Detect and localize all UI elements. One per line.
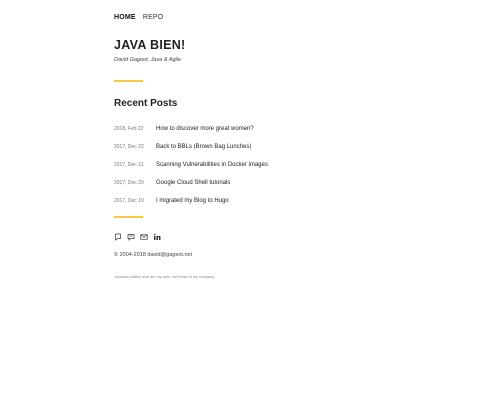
post-link[interactable]: Back to BBLs (Brown Bag Lunches) xyxy=(156,144,251,150)
copyright-text: © 2004-2018 david@gageot.net xyxy=(114,252,193,258)
nav-home-link[interactable]: HOME xyxy=(114,14,136,21)
post-link[interactable]: I migrated my Blog to Hugo xyxy=(156,198,229,204)
post-item: 2018, Feb 22 How to discover more great … xyxy=(114,120,268,138)
site-title[interactable]: JAVA BIEN! xyxy=(114,38,186,52)
post-item: 2017, Dec 20 Google Cloud Shell tutorial… xyxy=(114,174,268,192)
post-item: 2017, Dec 19 I migrated my Blog to Hugo xyxy=(114,192,268,210)
disclaimer-text: Opinions stated here are my own, not tho… xyxy=(114,275,216,279)
top-nav: HOME REPO xyxy=(114,14,163,21)
linkedin-icon[interactable] xyxy=(153,233,161,241)
social-links xyxy=(114,233,161,241)
post-date: 2017, Dec 22 xyxy=(114,144,144,150)
post-item: 2017, Dec 21 Scanning Vulnerabilities in… xyxy=(114,156,268,174)
site-subtitle: David Gageot, Java & Agile xyxy=(114,57,182,63)
post-link[interactable]: Google Cloud Shell tutorials xyxy=(156,180,230,186)
post-date: 2018, Feb 22 xyxy=(114,126,144,132)
post-item: 2017, Dec 22 Back to BBLs (Brown Bag Lun… xyxy=(114,138,268,156)
recent-posts-heading: Recent Posts xyxy=(114,98,178,109)
nav-repo-link[interactable]: REPO xyxy=(143,14,164,21)
twitter-icon[interactable] xyxy=(114,233,122,241)
accent-divider xyxy=(114,80,143,82)
post-date: 2017, Dec 21 xyxy=(114,162,144,168)
post-date: 2017, Dec 20 xyxy=(114,180,144,186)
email-icon[interactable] xyxy=(140,233,148,241)
post-date: 2017, Dec 19 xyxy=(114,198,144,204)
github-icon[interactable] xyxy=(127,233,135,241)
recent-posts-list: 2018, Feb 22 How to discover more great … xyxy=(114,120,268,210)
post-link[interactable]: How to discover more great women? xyxy=(156,126,254,132)
accent-divider xyxy=(114,216,143,218)
post-link[interactable]: Scanning Vulnerabilities in Docker image… xyxy=(156,162,268,168)
